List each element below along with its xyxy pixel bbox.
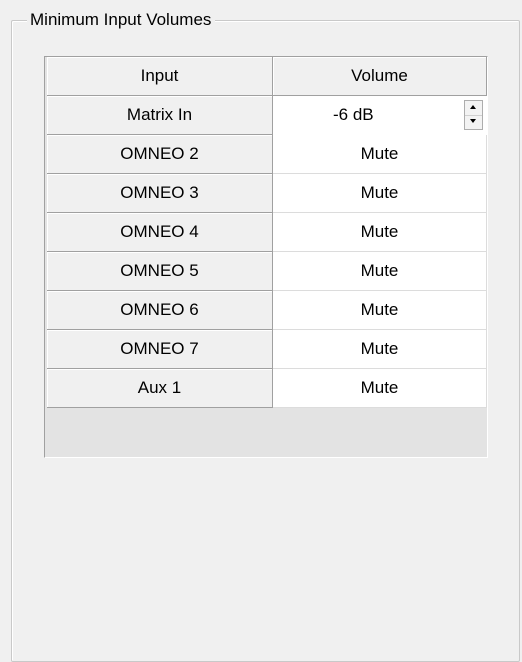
volume-cell[interactable]: Mute: [273, 135, 487, 174]
input-cell[interactable]: Matrix In: [47, 96, 273, 135]
spin-down-button[interactable]: [465, 115, 482, 129]
column-header-input[interactable]: Input: [47, 57, 273, 96]
volume-editor-value[interactable]: -6 dB: [333, 96, 374, 134]
volume-grid: Input Volume Matrix In -6 dB OMNEO 2 Mut…: [44, 56, 488, 458]
volume-cell[interactable]: Mute: [273, 174, 487, 213]
table-row: OMNEO 3 Mute: [47, 174, 487, 213]
spin-down-arrow-icon: [470, 119, 476, 123]
table-row: OMNEO 7 Mute: [47, 330, 487, 369]
spin-up-button[interactable]: [465, 101, 482, 116]
input-cell[interactable]: OMNEO 4: [47, 213, 273, 252]
spin-up-arrow-icon: [470, 105, 476, 109]
table-row: Aux 1 Mute: [47, 369, 487, 408]
table-row: OMNEO 2 Mute: [47, 135, 487, 174]
volume-spinner[interactable]: [464, 100, 483, 130]
table-row: OMNEO 5 Mute: [47, 252, 487, 291]
volume-cell[interactable]: Mute: [273, 369, 487, 408]
table-row: Matrix In -6 dB: [47, 96, 487, 135]
group-title: Minimum Input Volumes: [27, 9, 216, 31]
table-row: OMNEO 6 Mute: [47, 291, 487, 330]
header-row: Input Volume: [47, 57, 487, 96]
volume-cell[interactable]: Mute: [273, 291, 487, 330]
input-cell[interactable]: OMNEO 2: [47, 135, 273, 174]
volume-cell[interactable]: Mute: [273, 252, 487, 291]
table-row: OMNEO 4 Mute: [47, 213, 487, 252]
volume-cell[interactable]: -6 dB: [273, 96, 487, 135]
input-cell[interactable]: OMNEO 7: [47, 330, 273, 369]
input-cell[interactable]: Aux 1: [47, 369, 273, 408]
column-header-volume[interactable]: Volume: [273, 57, 487, 96]
input-cell[interactable]: OMNEO 6: [47, 291, 273, 330]
input-cell[interactable]: OMNEO 5: [47, 252, 273, 291]
volume-cell[interactable]: Mute: [273, 330, 487, 369]
input-cell[interactable]: OMNEO 3: [47, 174, 273, 213]
volume-cell[interactable]: Mute: [273, 213, 487, 252]
volume-editor[interactable]: -6 dB: [273, 96, 487, 135]
